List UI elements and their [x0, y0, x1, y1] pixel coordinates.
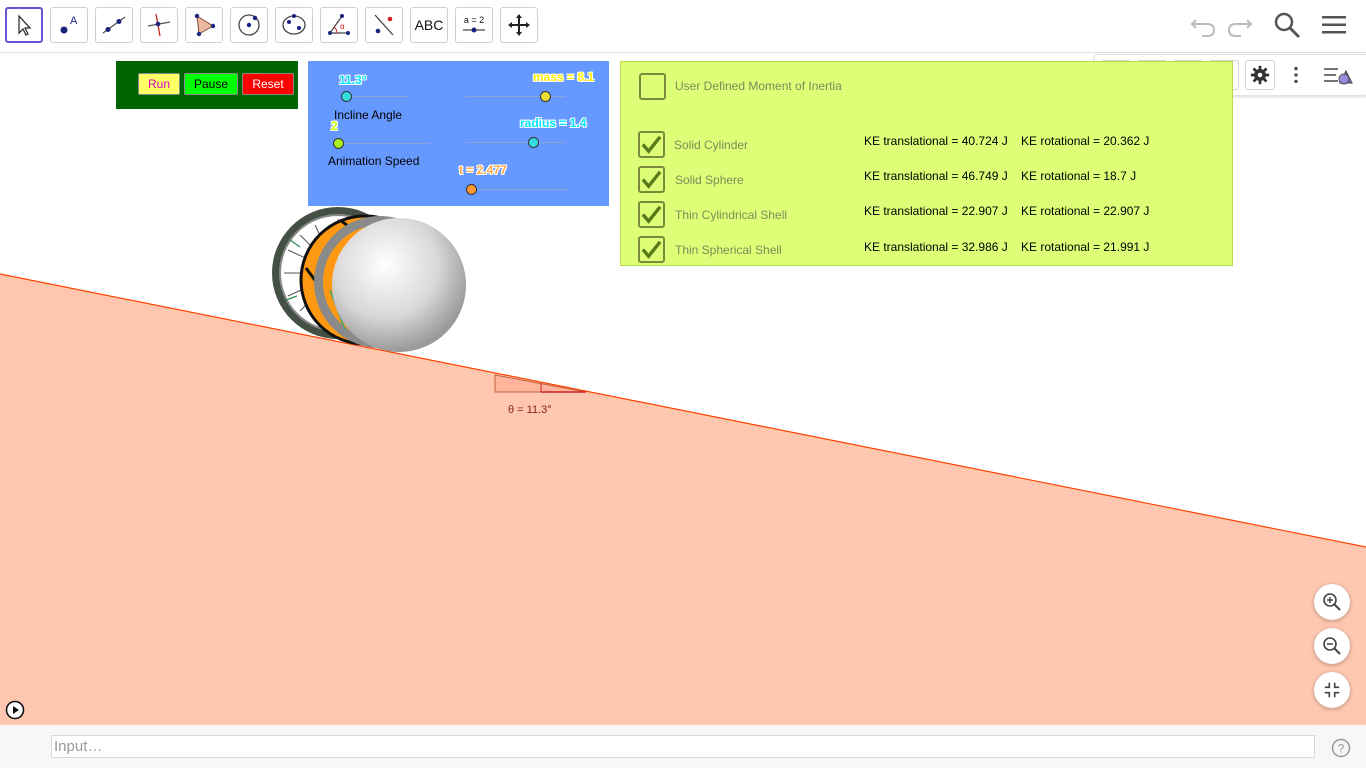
redo-icon[interactable] — [1223, 8, 1257, 42]
check-icon — [641, 135, 662, 154]
perpendicular-line-tool-icon[interactable] — [140, 7, 178, 43]
animation-speed-label: Animation Speed — [328, 154, 420, 168]
circle-tool-icon[interactable] — [230, 7, 268, 43]
zoom-in-icon[interactable] — [1314, 584, 1350, 620]
radius-slider[interactable] — [528, 137, 539, 148]
radius-track — [465, 142, 565, 143]
slider-tool-icon[interactable]: a = 2 — [455, 7, 493, 43]
thin-spherical-shell-ke-rotational: KE rotational = 21.991 J — [1021, 240, 1150, 254]
input-field[interactable]: Input… — [51, 735, 1315, 758]
thin-cylindrical-shell-ke-rotational: KE rotational = 22.907 J — [1021, 204, 1150, 218]
check-icon — [641, 170, 662, 189]
more-icon[interactable] — [1281, 60, 1311, 90]
solid-cylinder-label: Solid Cylinder — [674, 138, 749, 152]
angle-tool-icon[interactable]: α — [320, 7, 358, 43]
solid-sphere — [332, 218, 466, 352]
thin-spherical-shell-ke-translational: KE translational = 32.986 J — [864, 240, 1008, 254]
thin-spherical-shell-label: Thin Spherical Shell — [675, 243, 782, 257]
move-tool-icon[interactable] — [5, 7, 43, 43]
line-tool-icon[interactable] — [95, 7, 133, 43]
animation-speed-slider[interactable] — [333, 138, 344, 149]
check-icon — [641, 240, 662, 259]
text-tool-label: ABC — [414, 17, 444, 33]
angle-label: θ = 11.3° — [508, 404, 552, 416]
thin-cylindrical-shell-checkbox[interactable] — [638, 201, 665, 228]
solid-sphere-ke-rotational: KE rotational = 18.7 J — [1021, 169, 1137, 183]
user-defined-checkbox[interactable] — [639, 73, 666, 100]
time-slider[interactable] — [466, 184, 477, 195]
incline-angle-label: Incline Angle — [334, 108, 403, 122]
check-icon — [641, 205, 662, 224]
thin-spherical-shell-checkbox[interactable] — [638, 236, 665, 263]
solid-sphere-ke-translational: KE translational = 46.749 J — [864, 169, 1008, 183]
search-icon[interactable] — [1270, 8, 1304, 42]
point-tool-icon[interactable]: A — [50, 7, 88, 43]
animation-speed-track — [338, 143, 430, 144]
toolbar: A α ABC a = 2 — [0, 0, 1366, 53]
slider-panel: 11.3° Incline Angle mass = 8.1 2 Animati… — [308, 61, 609, 206]
menu-icon[interactable] — [1317, 8, 1351, 42]
text-tool-icon[interactable]: ABC — [410, 7, 448, 43]
control-panel: Run Pause Reset — [116, 61, 298, 109]
svg-text:?: ? — [1338, 742, 1345, 756]
solid-sphere-label: Solid Sphere — [675, 173, 744, 187]
angle-tool-label: α — [340, 22, 345, 31]
user-defined-label: User Defined Moment of Inertia — [675, 79, 842, 93]
time-value: t = 2.477 — [459, 163, 507, 177]
incline-angle-track — [346, 96, 408, 97]
solid-cylinder-ke-translational: KE translational = 40.724 J — [864, 134, 1008, 148]
move-graphics-view-icon[interactable] — [500, 7, 538, 43]
mass-slider[interactable] — [540, 91, 551, 102]
reset-button[interactable]: Reset — [242, 73, 294, 95]
time-track — [472, 189, 568, 190]
incline-angle-slider[interactable] — [341, 91, 352, 102]
style-bar-toggle-icon[interactable] — [1323, 60, 1353, 90]
thin-cylindrical-shell-label: Thin Cylindrical Shell — [675, 208, 788, 222]
solid-cylinder-checkbox[interactable] — [638, 131, 665, 158]
point-tool-label: A — [70, 15, 78, 27]
radius-value: radius = 1.4 — [520, 116, 587, 130]
pause-button[interactable]: Pause — [184, 73, 238, 95]
zoom-out-icon[interactable] — [1314, 628, 1350, 664]
reflect-tool-icon[interactable] — [365, 7, 403, 43]
solid-sphere-checkbox[interactable] — [638, 166, 665, 193]
inertia-panel: User Defined Moment of Inertia Solid Cyl… — [620, 61, 1233, 266]
solid-cylinder-ke-rotational: KE rotational = 20.362 J — [1021, 134, 1150, 148]
polygon-tool-icon[interactable] — [185, 7, 223, 43]
play-animation-icon[interactable] — [5, 700, 25, 720]
run-button[interactable]: Run — [138, 73, 180, 95]
help-icon[interactable]: ? — [1331, 738, 1351, 758]
undo-icon[interactable] — [1186, 8, 1220, 42]
slider-tool-label: a = 2 — [464, 15, 484, 25]
exit-fullscreen-icon[interactable] — [1314, 672, 1350, 708]
settings-icon[interactable] — [1245, 60, 1275, 90]
thin-cylindrical-shell-ke-translational: KE translational = 22.907 J — [864, 204, 1008, 218]
incline-angle-value: 11.3° — [339, 73, 367, 87]
mass-value: mass = 8.1 — [533, 70, 595, 84]
incline-plane — [0, 274, 1366, 725]
conic-tool-icon[interactable] — [275, 7, 313, 43]
animation-speed-value: 2 — [331, 119, 338, 133]
